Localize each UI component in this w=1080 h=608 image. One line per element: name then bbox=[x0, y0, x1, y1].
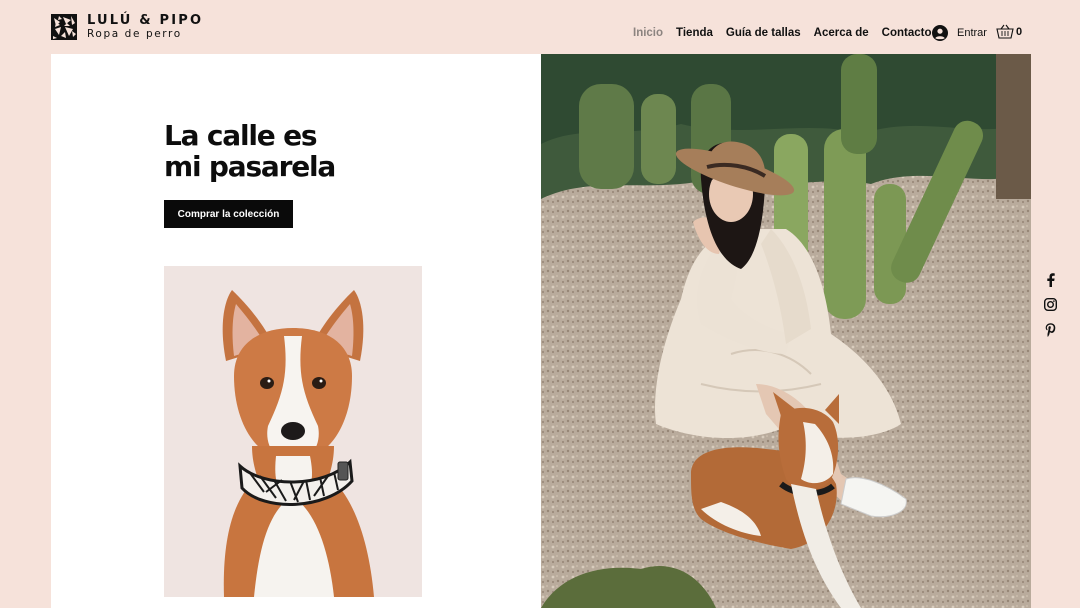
instagram-icon[interactable] bbox=[1043, 297, 1058, 312]
facebook-icon[interactable] bbox=[1043, 272, 1058, 287]
brand-name: LULÚ & PIPO bbox=[87, 13, 204, 29]
social-links bbox=[1043, 272, 1058, 337]
user-avatar-icon bbox=[932, 25, 948, 41]
site-header: LULÚ & PIPO Ropa de perro Inicio Tienda … bbox=[0, 0, 1080, 54]
nav-item-inicio[interactable]: Inicio bbox=[633, 27, 663, 39]
nav-item-guia-de-tallas[interactable]: Guía de tallas bbox=[726, 27, 801, 39]
hero-headline: La calle es mi pasarela bbox=[164, 119, 336, 183]
dog-collar-photo bbox=[164, 266, 422, 597]
shopping-basket-icon bbox=[996, 24, 1014, 39]
nav-item-tienda[interactable]: Tienda bbox=[676, 27, 713, 39]
main-nav: Inicio Tienda Guía de tallas Acerca de C… bbox=[633, 27, 932, 39]
login-button[interactable]: Entrar bbox=[932, 25, 987, 41]
login-label: Entrar bbox=[957, 27, 987, 39]
hero-headline-line2: mi pasarela bbox=[164, 150, 336, 183]
pinterest-icon[interactable] bbox=[1043, 322, 1058, 337]
hero-headline-line1: La calle es bbox=[164, 119, 318, 152]
logo-mark-icon bbox=[51, 14, 77, 40]
shop-collection-button[interactable]: Comprar la colección bbox=[164, 200, 293, 228]
nav-item-acerca-de[interactable]: Acerca de bbox=[814, 27, 869, 39]
cart-count: 0 bbox=[1016, 25, 1023, 38]
cart-button[interactable]: 0 bbox=[996, 24, 1022, 39]
nav-item-contacto[interactable]: Contacto bbox=[882, 27, 932, 39]
model-with-dog-photo bbox=[541, 54, 1031, 608]
brand-tagline: Ropa de perro bbox=[87, 28, 182, 41]
hero-panel: La calle es mi pasarela Comprar la colec… bbox=[51, 54, 541, 608]
logo[interactable]: LULÚ & PIPO Ropa de perro bbox=[51, 14, 203, 40]
